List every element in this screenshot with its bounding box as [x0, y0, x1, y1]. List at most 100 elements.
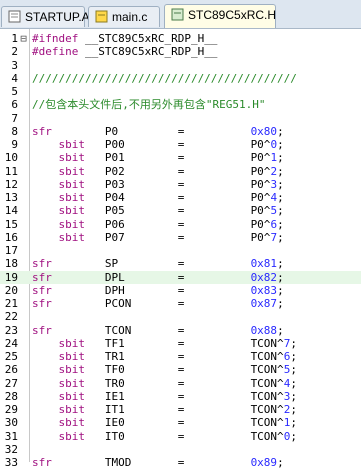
fold-toggle-icon[interactable]: ⊟ — [19, 32, 28, 45]
code-line[interactable]: 8 sfr P0 = 0x80; — [0, 125, 361, 138]
line-number: 6 — [11, 98, 18, 112]
code-line[interactable]: 27 sbit TR0 = TCON^4; — [0, 377, 361, 390]
code-text: sbit IT1 = TCON^2; — [58, 403, 297, 416]
line-number: 14 — [4, 204, 18, 218]
line-number: 25 — [4, 350, 18, 363]
code-line[interactable]: 24 sbit TF1 = TCON^7; — [0, 337, 361, 350]
code-text: sbit TR1 = TCON^6; — [58, 350, 297, 363]
line-number: 7 — [11, 111, 18, 125]
code-text: sfr PCON = 0x87; — [32, 297, 284, 310]
code-text: #ifndef __STC89C5xRC_RDP_H__ — [32, 32, 218, 45]
code-text: sfr DPH = 0x83; — [32, 283, 284, 297]
code-text: sbit P04 = P0^4; — [58, 191, 284, 204]
line-number: 28 — [4, 389, 18, 403]
line-number: 16 — [4, 230, 18, 244]
line-number: 11 — [4, 164, 18, 178]
code-line[interactable]: 5 — [0, 85, 361, 98]
code-line[interactable]: 6 //包含本头文件后,不用另外再包含"REG51.H" — [0, 98, 361, 111]
asm-file-icon — [8, 9, 21, 23]
code-line[interactable]: 11 sbit P02 = P0^2; — [0, 165, 361, 178]
line-number: 17 — [4, 244, 18, 257]
code-line[interactable]: 14 sbit P05 = P0^5; — [0, 204, 361, 217]
line-number: 8 — [11, 124, 18, 138]
code-editor[interactable]: 1 ⊟ #ifndef __STC89C5xRC_RDP_H__ 2 #define _… — [0, 29, 361, 469]
code-line[interactable]: 1 ⊟ #ifndef __STC89C5xRC_RDP_H__ — [0, 32, 361, 45]
line-number: 3 — [11, 58, 18, 72]
code-line[interactable]: 12 sbit P03 = P0^3; — [0, 178, 361, 191]
tab-stc89c5xrc-h[interactable]: STC89C5xRC.H — [164, 4, 276, 28]
code-line[interactable]: 15 sbit P06 = P0^6; — [0, 218, 361, 231]
tab-bar: STARTUP.A51 main.c STC89C5xRC.H — [0, 0, 361, 29]
code-line[interactable]: 23 sfr TCON = 0x88; — [0, 324, 361, 337]
code-line[interactable]: 3 — [0, 59, 361, 72]
code-line[interactable]: 17 — [0, 244, 361, 257]
line-number: 22 — [4, 310, 18, 324]
code-text: sbit TF0 = TCON^5; — [58, 363, 297, 377]
code-text: sbit TR0 = TCON^4; — [58, 376, 297, 390]
line-number: 26 — [4, 363, 18, 377]
code-line[interactable]: 29 sbit IT1 = TCON^2; — [0, 403, 361, 416]
tab-main-c[interactable]: main.c — [88, 6, 160, 27]
tab-startup-a51[interactable]: STARTUP.A51 — [1, 6, 103, 27]
line-number: 15 — [4, 217, 18, 231]
line-number: 10 — [4, 151, 18, 165]
code-line[interactable]: 18 sfr SP = 0x81; — [0, 257, 361, 270]
line-number: 27 — [4, 376, 18, 390]
tab-label: main.c — [112, 10, 148, 24]
line-number: 29 — [4, 403, 18, 416]
code-text: sbit IE0 = TCON^1; — [58, 416, 297, 430]
code-text: sbit P00 = P0^0; — [58, 138, 284, 151]
line-number: 32 — [4, 442, 18, 456]
line-number: 31 — [4, 429, 18, 443]
code-text: sbit P05 = P0^5; — [58, 204, 284, 218]
code-line[interactable]: 30 sbit IE0 = TCON^1; — [0, 416, 361, 429]
code-text: //////////////////////////////////////// — [32, 71, 297, 85]
line-number: 30 — [4, 416, 18, 430]
line-number: 4 — [11, 71, 18, 85]
code-line[interactable]: 7 — [0, 112, 361, 125]
tab-label: STC89C5xRC.H — [188, 8, 277, 22]
code-line[interactable]: 19 sfr DPL = 0x82; — [0, 270, 361, 284]
code-line[interactable]: 10 sbit P01 = P0^1; — [0, 151, 361, 164]
line-number: 24 — [4, 336, 18, 350]
code-line[interactable]: 2 #define __STC89C5xRC_RDP_H__ — [0, 45, 361, 58]
code-line[interactable]: 20 sfr DPH = 0x83; — [0, 284, 361, 297]
code-text: sfr SP = 0x81; — [32, 257, 284, 271]
line-number: 33 — [4, 456, 18, 469]
code-line[interactable]: 25 sbit TR1 = TCON^6; — [0, 350, 361, 363]
line-number: 21 — [4, 297, 18, 310]
code-text: sbit P03 = P0^3; — [58, 177, 284, 191]
code-line[interactable]: 4 ///////////////////////////////////////… — [0, 72, 361, 85]
code-text: //包含本头文件后,不用另外再包含"REG51.H" — [32, 98, 266, 112]
code-line[interactable]: 13 sbit P04 = P0^4; — [0, 191, 361, 204]
code-text: #define __STC89C5xRC_RDP_H__ — [32, 45, 218, 59]
code-line[interactable]: 21 sfr PCON = 0x87; — [0, 297, 361, 310]
c-file-icon — [95, 9, 108, 23]
code-line[interactable]: 28 sbit IE1 = TCON^3; — [0, 390, 361, 403]
line-number: 2 — [11, 45, 18, 59]
code-text: sbit P06 = P0^6; — [58, 217, 284, 231]
line-number: 20 — [4, 283, 18, 297]
code-text: sbit P01 = P0^1; — [58, 151, 284, 165]
line-number: 1 — [11, 32, 18, 45]
code-line[interactable]: 16 sbit P07 = P0^7; — [0, 231, 361, 244]
code-line[interactable]: 26 sbit TF0 = TCON^5; — [0, 363, 361, 376]
code-line[interactable]: 31 sbit IT0 = TCON^0; — [0, 430, 361, 443]
code-text: sfr DPL = 0x82; — [32, 270, 284, 284]
code-line[interactable]: 32 — [0, 443, 361, 456]
code-text: sbit IE1 = TCON^3; — [58, 389, 297, 403]
line-number: 12 — [4, 177, 18, 191]
code-text: sfr TMOD = 0x89; — [32, 456, 284, 469]
code-text: sbit P07 = P0^7; — [58, 230, 284, 244]
line-number: 9 — [11, 138, 18, 151]
code-line[interactable]: 33 sfr TMOD = 0x89; — [0, 456, 361, 469]
line-number: 13 — [4, 191, 18, 204]
code-text: sbit P02 = P0^2; — [58, 164, 284, 178]
code-text: sbit IT0 = TCON^0; — [58, 429, 297, 443]
line-number: 5 — [11, 85, 18, 98]
code-text: sfr P0 = 0x80; — [32, 124, 284, 138]
code-line[interactable]: 22 — [0, 310, 361, 323]
line-number: 23 — [4, 323, 18, 337]
code-line[interactable]: 9 sbit P00 = P0^0; — [0, 138, 361, 151]
code-text: sfr TCON = 0x88; — [32, 323, 284, 337]
